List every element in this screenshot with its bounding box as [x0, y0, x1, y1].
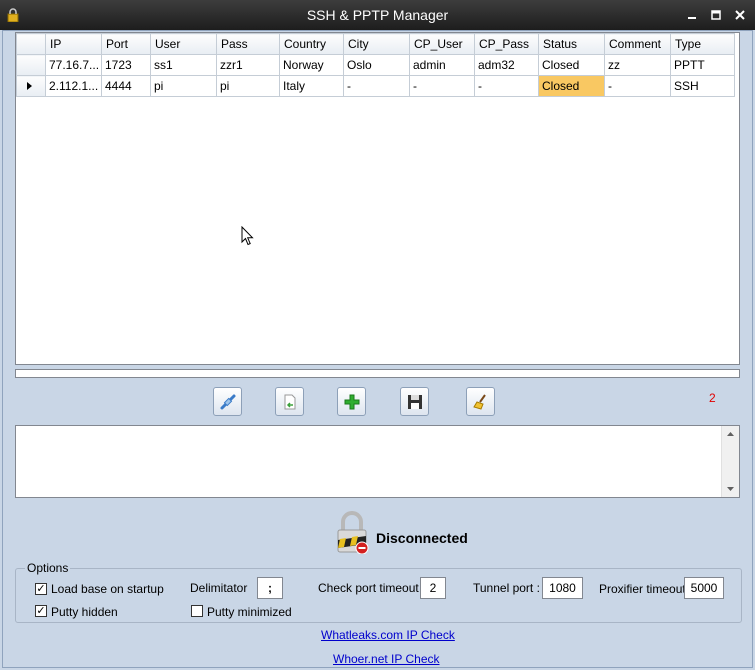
- check-port-timeout-input[interactable]: 2: [420, 577, 446, 599]
- delimitator-input[interactable]: ;: [257, 577, 283, 599]
- cell-comment[interactable]: -: [604, 75, 671, 97]
- cell-user[interactable]: pi: [150, 75, 217, 97]
- putty-minimized-label: Putty minimized: [207, 605, 292, 619]
- save-icon: [407, 394, 422, 409]
- load-base-checkbox[interactable]: ✓: [35, 583, 47, 595]
- current-row-arrow-icon: [27, 82, 32, 90]
- putty-hidden-label: Putty hidden: [51, 605, 118, 619]
- cell-city[interactable]: -: [343, 75, 410, 97]
- putty-minimized-checkbox[interactable]: [191, 605, 203, 617]
- column-header-status[interactable]: Status: [538, 33, 605, 55]
- cell-ip[interactable]: 77.16.7...: [45, 54, 102, 76]
- tunnel-port-input[interactable]: 1080: [542, 577, 583, 599]
- cell-cp-pass[interactable]: adm32: [474, 54, 539, 76]
- cell-country[interactable]: Italy: [279, 75, 344, 97]
- add-button[interactable]: [337, 387, 366, 416]
- options-legend: Options: [25, 561, 71, 575]
- column-header-user[interactable]: User: [150, 33, 217, 55]
- column-header-type[interactable]: Type: [670, 33, 735, 55]
- row-header[interactable]: [16, 54, 46, 76]
- log-textbox[interactable]: [15, 425, 740, 498]
- mouse-cursor-icon: [241, 226, 254, 246]
- delimitator-label: Delimitator: [190, 581, 248, 595]
- title-bar: SSH & PPTP Manager: [0, 0, 755, 30]
- close-icon[interactable]: [733, 8, 747, 22]
- import-button[interactable]: [275, 387, 304, 416]
- column-header-city[interactable]: City: [343, 33, 410, 55]
- proxifier-timeout-input[interactable]: 5000: [684, 577, 724, 599]
- cell-cp-user[interactable]: -: [409, 75, 475, 97]
- load-base-label: Load base on startup: [51, 582, 164, 596]
- whatleaks-link[interactable]: Whatleaks.com IP Check: [321, 628, 455, 642]
- cell-ip[interactable]: 2.112.1...: [45, 75, 102, 97]
- maximize-icon[interactable]: [709, 8, 723, 22]
- servers-table: IP Port User Pass Country City CP_User C…: [16, 33, 735, 97]
- whoer-link[interactable]: Whoer.net IP Check: [333, 652, 440, 666]
- clear-button[interactable]: [466, 387, 495, 416]
- cell-status-selected[interactable]: Closed: [538, 75, 605, 97]
- cell-city[interactable]: Oslo: [343, 54, 410, 76]
- minimize-icon[interactable]: [685, 8, 699, 22]
- grid-header-row: IP Port User Pass Country City CP_User C…: [16, 33, 735, 55]
- column-header-cp-user[interactable]: CP_User: [409, 33, 475, 55]
- proxifier-timeout-label: Proxifier timeout :: [599, 582, 693, 596]
- table-row[interactable]: 2.112.1... 4444 pi pi Italy - - - Closed…: [16, 75, 735, 97]
- column-header-pass[interactable]: Pass: [216, 33, 280, 55]
- column-header-port[interactable]: Port: [101, 33, 151, 55]
- cell-status[interactable]: Closed: [538, 54, 605, 76]
- cell-cp-user[interactable]: admin: [409, 54, 475, 76]
- check-port-timeout-label: Check port timeout :: [318, 581, 426, 595]
- log-scrollbar[interactable]: [721, 426, 739, 497]
- column-header-cp-pass[interactable]: CP_Pass: [474, 33, 539, 55]
- table-row[interactable]: 77.16.7... 1723 ss1 zzr1 Norway Oslo adm…: [16, 54, 735, 76]
- scroll-down-icon[interactable]: [722, 483, 739, 495]
- column-header-ip[interactable]: IP: [45, 33, 102, 55]
- cell-port[interactable]: 1723: [101, 54, 151, 76]
- cell-type[interactable]: SSH: [670, 75, 735, 97]
- cell-pass[interactable]: pi: [216, 75, 280, 97]
- column-header-country[interactable]: Country: [279, 33, 344, 55]
- padlock-disconnected-icon: [337, 511, 369, 554]
- connection-status: Disconnected: [376, 530, 468, 546]
- cell-port[interactable]: 4444: [101, 75, 151, 97]
- servers-grid[interactable]: IP Port User Pass Country City CP_User C…: [15, 32, 740, 365]
- cell-comment[interactable]: zz: [604, 54, 671, 76]
- save-button[interactable]: [400, 387, 429, 416]
- cell-user[interactable]: ss1: [150, 54, 217, 76]
- server-count: 2: [709, 391, 716, 405]
- connect-button[interactable]: [213, 387, 242, 416]
- cell-pass[interactable]: zzr1: [216, 54, 280, 76]
- window-title: SSH & PPTP Manager: [306, 7, 449, 23]
- row-header-corner: [16, 33, 46, 55]
- cell-cp-pass[interactable]: -: [474, 75, 539, 97]
- putty-hidden-checkbox[interactable]: ✓: [35, 605, 47, 617]
- row-header[interactable]: [16, 75, 46, 97]
- import-icon: [284, 394, 295, 409]
- progress-bar: [15, 369, 740, 378]
- broom-icon: [472, 393, 486, 410]
- tunnel-port-label: Tunnel port :: [473, 581, 540, 595]
- add-icon: [344, 394, 359, 409]
- cell-type[interactable]: PPTT: [670, 54, 735, 76]
- column-header-comment[interactable]: Comment: [604, 33, 671, 55]
- connect-icon: [220, 394, 235, 409]
- cell-country[interactable]: Norway: [279, 54, 344, 76]
- scroll-up-icon[interactable]: [722, 428, 739, 440]
